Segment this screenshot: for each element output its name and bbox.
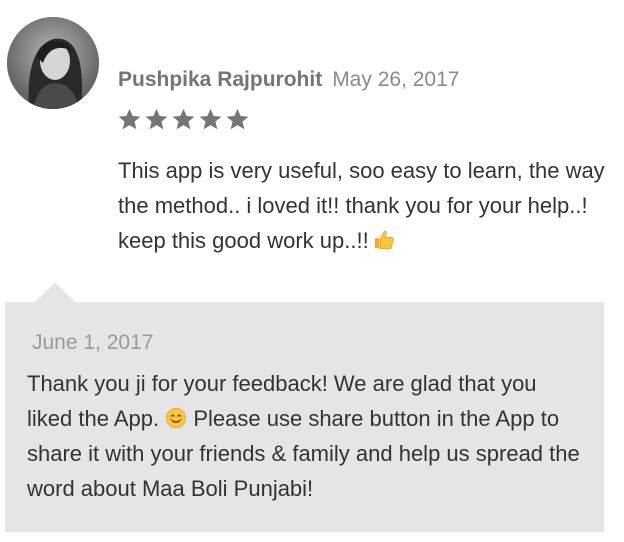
star-icon	[143, 106, 170, 133]
review-card: Pushpika Rajpurohit May 26, 2017 This ap…	[0, 0, 624, 542]
review-text: This app is very useful, soo easy to lea…	[118, 153, 608, 258]
reply-text: Thank you ji for your feedback! We are g…	[27, 366, 587, 506]
reply-pointer	[35, 282, 75, 302]
reply-date: June 1, 2017	[32, 331, 154, 354]
smiling-face-icon	[165, 407, 187, 429]
star-rating	[116, 106, 251, 134]
avatar[interactable]	[7, 17, 99, 109]
star-icon	[197, 106, 224, 133]
review-date: May 26, 2017	[332, 68, 460, 91]
avatar-photo	[7, 17, 99, 109]
star-icon	[116, 106, 143, 133]
star-icon	[224, 106, 251, 133]
review-meta: Pushpika Rajpurohit May 26, 2017	[118, 68, 459, 98]
thumbs-up-icon	[373, 229, 395, 251]
author-name[interactable]: Pushpika Rajpurohit	[118, 68, 322, 92]
star-icon	[170, 106, 197, 133]
developer-reply: June 1, 2017 Thank you ji for your feedb…	[5, 302, 604, 532]
review-body: This app is very useful, soo easy to lea…	[118, 158, 605, 253]
